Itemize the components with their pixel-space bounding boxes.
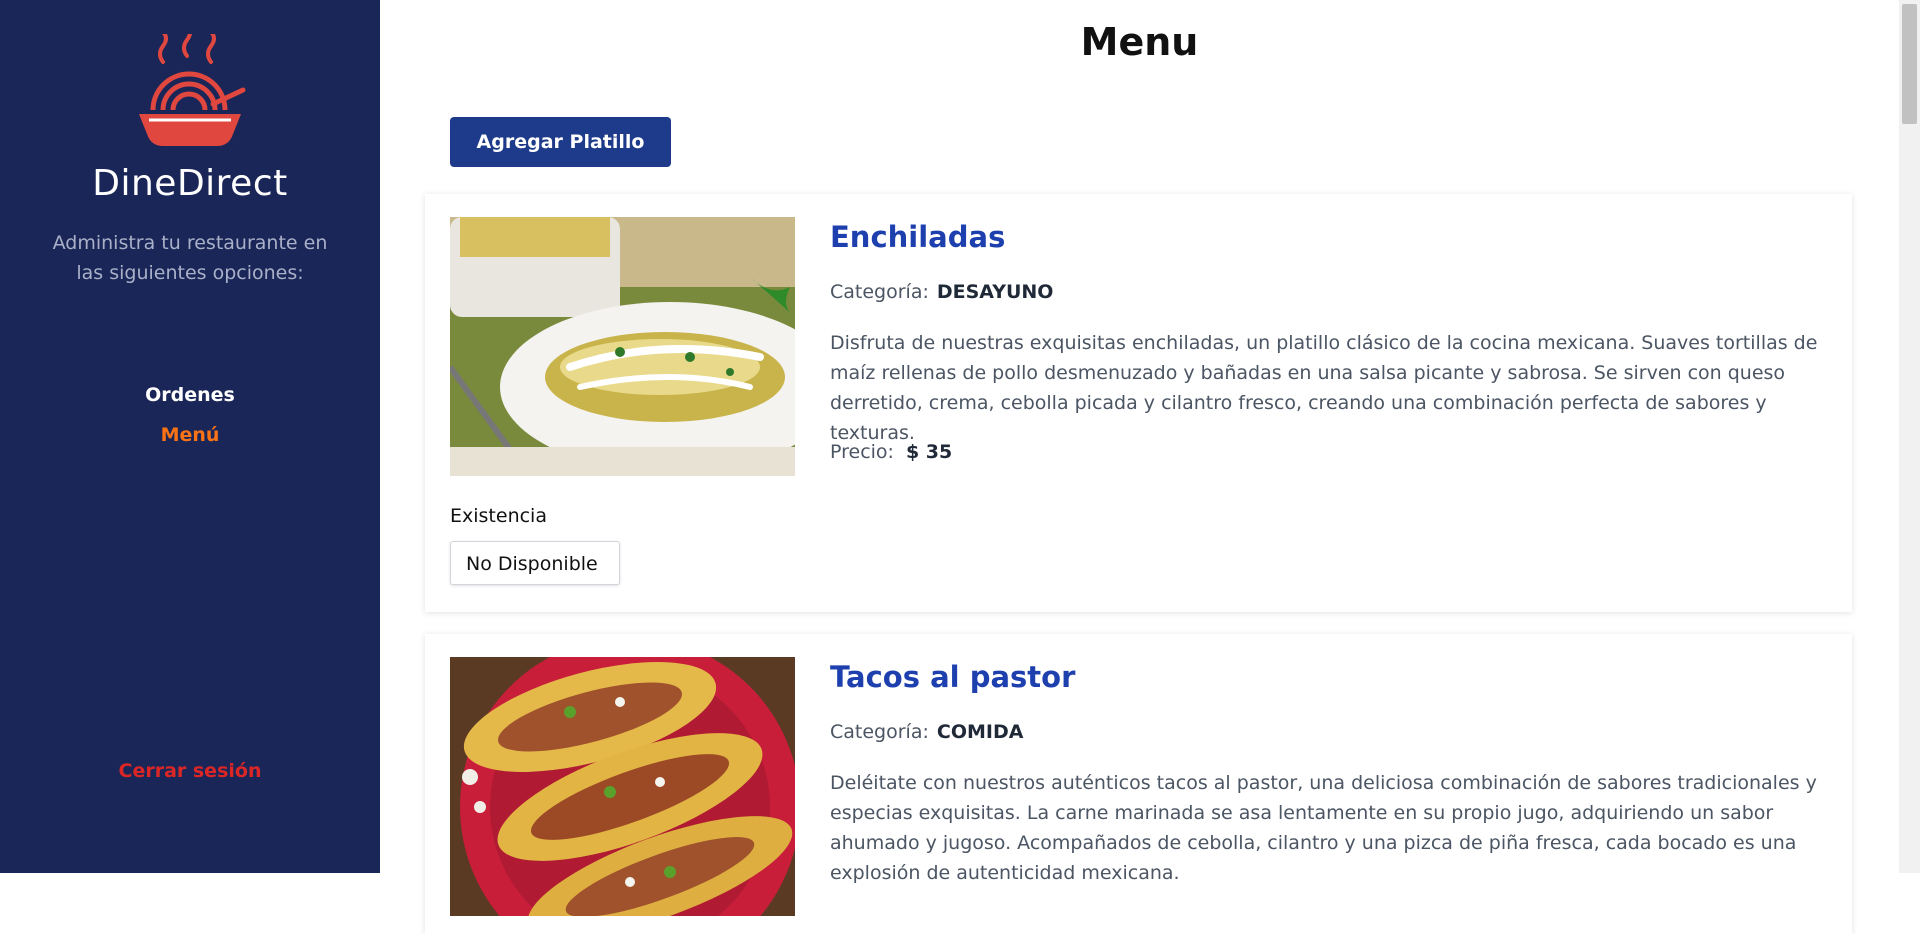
- sidebar-item-menu[interactable]: Menú: [0, 415, 380, 455]
- sidebar-nav: Ordenes Menú: [0, 375, 380, 455]
- sidebar-item-ordenes[interactable]: Ordenes: [0, 375, 380, 415]
- main-content: Menu Agregar Platillo Enchiladas Categor…: [380, 0, 1899, 934]
- logo: [0, 34, 380, 154]
- bowl-logo-icon: [139, 34, 246, 146]
- dish-name: Tacos al pastor: [830, 660, 1076, 694]
- sidebar: DineDirect Administra tu restaurante en …: [0, 0, 380, 873]
- dish-name: Enchiladas: [830, 220, 1006, 254]
- scrollbar-thumb[interactable]: [1902, 4, 1917, 124]
- dish-image: [450, 217, 795, 476]
- category-value: COMIDA: [936, 721, 1024, 743]
- brand-name: DineDirect: [92, 163, 288, 204]
- dish-category: Categoría: DESAYUNO: [830, 281, 1053, 303]
- add-dish-button[interactable]: Agregar Platillo: [450, 117, 671, 167]
- price-value: $ 35: [905, 441, 953, 463]
- category-value: DESAYUNO: [936, 281, 1054, 303]
- tagline: Administra tu restaurante en las siguien…: [52, 232, 328, 284]
- dish-price: Precio: $ 35: [830, 441, 952, 463]
- category-label: Categoría:: [830, 721, 929, 743]
- category-label: Categoría:: [830, 281, 929, 303]
- logout-button[interactable]: Cerrar sesión: [0, 760, 380, 782]
- stock-label: Existencia: [450, 505, 547, 527]
- page-title: Menu: [1080, 20, 1199, 64]
- stock-select[interactable]: No Disponible: [450, 541, 620, 585]
- price-label: Precio:: [830, 441, 894, 463]
- dish-image: [450, 657, 795, 916]
- page-scrollbar[interactable]: [1899, 0, 1920, 873]
- dish-description: Deléitate con nuestros auténticos tacos …: [830, 772, 1817, 884]
- dish-description: Disfruta de nuestras exquisitas enchilad…: [830, 332, 1818, 444]
- dish-card: Tacos al pastor Categoría: COMIDA Deléita…: [425, 634, 1852, 934]
- dish-category: Categoría: COMIDA: [830, 721, 1023, 743]
- dish-card: Enchiladas Categoría: DESAYUNO Disfruta d…: [425, 194, 1852, 612]
